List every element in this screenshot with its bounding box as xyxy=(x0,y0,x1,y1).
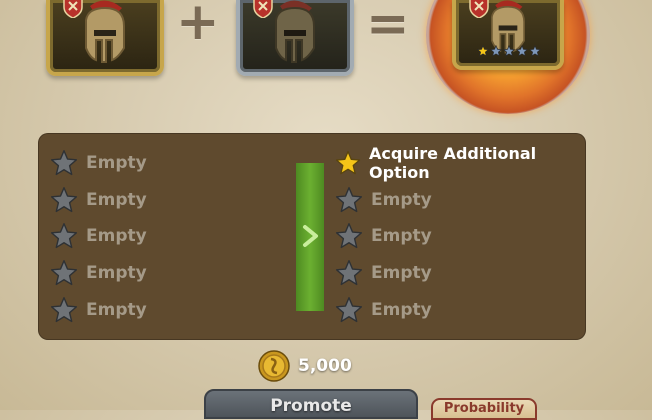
current-option-row: Empty xyxy=(50,222,147,250)
gray-star-icon xyxy=(50,260,78,286)
gray-star-icon xyxy=(50,223,78,249)
material-card-1[interactable] xyxy=(46,0,164,76)
new-option-row: Empty xyxy=(335,259,432,287)
option-label: Empty xyxy=(86,190,147,210)
option-label: Empty xyxy=(371,263,432,283)
current-option-row: Empty xyxy=(50,296,147,324)
chevron-right-icon xyxy=(303,225,318,247)
options-panel: Empty Empty Empty Empty Empty Acquire Ad… xyxy=(38,133,586,340)
promote-button[interactable]: Promote xyxy=(204,389,418,419)
equals-symbol: = xyxy=(366,0,410,54)
gray-star-icon xyxy=(335,260,363,286)
gray-star-icon xyxy=(50,187,78,213)
result-star-rating xyxy=(477,45,541,57)
new-option-row: Empty xyxy=(335,296,432,324)
cost-amount: 5,000 xyxy=(298,356,352,376)
spartan-helmet-icon xyxy=(85,0,125,63)
option-label: Empty xyxy=(86,153,147,173)
option-label: Empty xyxy=(371,226,432,246)
current-option-row: Empty xyxy=(50,259,147,287)
spartan-helmet-icon xyxy=(275,0,315,63)
option-label: Empty xyxy=(86,263,147,283)
material-card-2[interactable] xyxy=(236,0,354,76)
gray-star-icon xyxy=(335,187,363,213)
empty-star-icon xyxy=(503,45,515,57)
filled-star-icon xyxy=(477,45,489,57)
current-option-row: Empty xyxy=(50,186,147,214)
new-option-row: Acquire Additional Option xyxy=(335,144,586,182)
option-label: Empty xyxy=(86,226,147,246)
option-label: Acquire Additional Option xyxy=(369,144,537,182)
promotion-cost: 5,000 xyxy=(258,350,352,382)
new-option-row: Empty xyxy=(335,222,432,250)
option-label: Empty xyxy=(86,300,147,320)
result-card[interactable] xyxy=(452,0,564,70)
probability-button[interactable]: Probability xyxy=(431,398,537,420)
empty-star-icon xyxy=(490,45,502,57)
gray-star-icon xyxy=(50,150,78,176)
gray-star-icon xyxy=(335,223,363,249)
empty-star-icon xyxy=(516,45,528,57)
option-label: Empty xyxy=(371,190,432,210)
gray-star-icon xyxy=(50,297,78,323)
gold-star-icon xyxy=(335,150,361,175)
gold-coin-icon xyxy=(258,350,290,382)
current-option-row: Empty xyxy=(50,149,147,177)
option-label: Empty xyxy=(371,300,432,320)
empty-star-icon xyxy=(529,45,541,57)
plus-symbol: + xyxy=(176,0,220,52)
new-option-row: Empty xyxy=(335,186,432,214)
gray-star-icon xyxy=(335,297,363,323)
